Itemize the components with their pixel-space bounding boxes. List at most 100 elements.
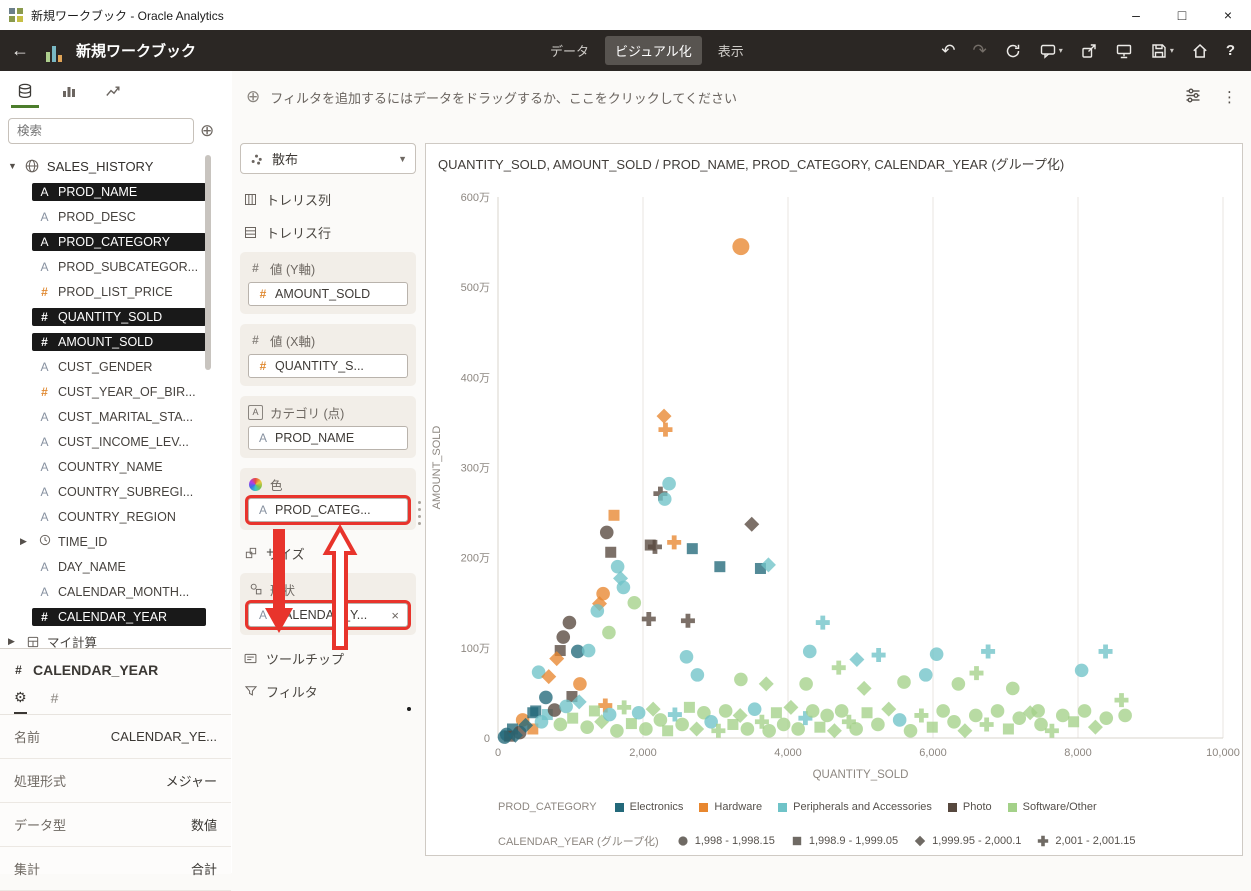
scatter-point[interactable] <box>947 715 961 729</box>
scatter-point[interactable] <box>639 722 653 736</box>
tab-general-properties[interactable]: ⚙ <box>14 689 27 714</box>
scatter-point[interactable] <box>527 707 538 718</box>
scatter-point[interactable] <box>719 704 733 718</box>
scatter-point[interactable] <box>904 724 918 738</box>
scatter-point[interactable] <box>748 702 762 716</box>
field-row-quantity-sold[interactable]: #QUANTITY_SOLD <box>0 304 232 329</box>
scatter-point[interactable] <box>970 666 984 680</box>
drop-zone-3[interactable]: #値 (Y軸)#AMOUNT_SOLD <box>240 252 416 314</box>
scatter-point[interactable] <box>981 644 995 658</box>
field-chip-prod-name[interactable]: APROD_NAME <box>248 426 408 450</box>
scatter-point[interactable] <box>642 612 656 626</box>
scatter-point[interactable] <box>681 614 695 628</box>
scatter-point[interactable] <box>777 718 791 732</box>
scatter-point[interactable] <box>814 722 825 733</box>
field-chip-prod-categ-[interactable]: APROD_CATEG... <box>248 498 408 522</box>
header-tab-1[interactable]: ビジュアル化 <box>605 36 702 65</box>
export-icon[interactable] <box>1080 42 1098 60</box>
minimize-button[interactable]: – <box>1113 0 1159 30</box>
scatter-point[interactable] <box>734 673 748 687</box>
scatter-point[interactable] <box>1075 664 1089 678</box>
field-chip-quantity-s-[interactable]: #QUANTITY_S... <box>248 354 408 378</box>
scatter-point[interactable] <box>548 703 562 717</box>
scatter-point[interactable] <box>1068 716 1079 727</box>
property-row[interactable]: 処理形式メジャー <box>0 759 231 803</box>
add-filter-icon[interactable]: ⊕ <box>246 87 260 107</box>
home-icon[interactable] <box>1191 42 1209 60</box>
scatter-point[interactable] <box>871 718 885 732</box>
scatter-point[interactable] <box>609 510 620 521</box>
scatter-point[interactable] <box>927 722 938 733</box>
scatter-point[interactable] <box>816 616 830 630</box>
drop-target-7[interactable]: サイズ <box>240 540 416 566</box>
dataset-node[interactable]: ▼ SALES_HISTORY <box>0 153 232 179</box>
legend-item-electronics[interactable]: Electronics <box>615 801 684 813</box>
scatter-point[interactable] <box>835 704 849 718</box>
drop-target-2[interactable]: トレリス行 <box>240 219 416 245</box>
tab-number-format[interactable]: # <box>51 690 59 712</box>
scatter-point[interactable] <box>658 423 672 437</box>
field-row-cust-gender[interactable]: ACUST_GENDER <box>0 354 232 379</box>
scatter-point[interactable] <box>658 492 672 506</box>
drop-zone-6[interactable]: 色APROD_CATEG... <box>240 468 416 530</box>
collapse-caret-icon[interactable]: ▼ <box>8 161 17 171</box>
redo-button[interactable]: ↷ <box>973 42 987 59</box>
scatter-point[interactable] <box>626 718 637 729</box>
scatter-point[interactable] <box>832 661 846 675</box>
scatter-point[interactable] <box>849 652 864 667</box>
present-icon[interactable] <box>1115 42 1133 60</box>
scatter-point[interactable] <box>914 708 928 722</box>
scatter-point[interactable] <box>714 561 725 572</box>
scatter-point[interactable] <box>803 645 817 659</box>
scatter-point[interactable] <box>820 709 834 723</box>
scatter-point[interactable] <box>1006 682 1020 696</box>
scatter-point[interactable] <box>684 702 695 713</box>
search-input[interactable] <box>8 118 194 144</box>
property-row[interactable]: 集計合計 <box>0 847 231 891</box>
scatter-point[interactable] <box>657 409 672 424</box>
scatter-point[interactable] <box>1056 709 1070 723</box>
scatter-point[interactable] <box>936 704 950 718</box>
scatter-point[interactable] <box>1099 711 1113 725</box>
scatter-point[interactable] <box>897 675 911 689</box>
undo-button[interactable]: ↶ <box>941 42 955 59</box>
scatter-point[interactable] <box>687 543 698 554</box>
filter-bar[interactable]: ⊕ フィルタを追加するにはデータをドラッグするか、ここをクリックしてください ⋮ <box>232 71 1251 123</box>
field-row-cust-year-of-bir-[interactable]: #CUST_YEAR_OF_BIR... <box>0 379 232 404</box>
scatter-point[interactable] <box>919 668 933 682</box>
field-row-cust-marital-sta-[interactable]: ACUST_MARITAL_STA... <box>0 404 232 429</box>
field-row-calendar-year[interactable]: #CALENDAR_YEAR <box>0 604 232 629</box>
field-row-cust-income-lev-[interactable]: ACUST_INCOME_LEV... <box>0 429 232 454</box>
scatter-point[interactable] <box>691 668 705 682</box>
legend-item-square[interactable]: 1,998.9 - 1,999.05 <box>791 835 898 847</box>
scatter-point[interactable] <box>573 677 587 691</box>
legend-item-plus[interactable]: 2,001 - 2,001.15 <box>1037 835 1135 847</box>
field-row-calendar-month-[interactable]: ACALENDAR_MONTH... <box>0 579 232 604</box>
tab-visualizations[interactable] <box>58 76 80 106</box>
expand-caret-icon[interactable]: ▶ <box>8 636 15 647</box>
scatter-point[interactable] <box>667 535 681 549</box>
legend-item-hardware[interactable]: Hardware <box>699 801 762 813</box>
field-row-country-region[interactable]: ACOUNTRY_REGION <box>0 504 232 529</box>
scatter-point[interactable] <box>893 713 907 727</box>
drop-zone-8[interactable]: 形状ACALENDAR_Y...× <box>240 573 416 635</box>
back-button[interactable]: ← <box>0 30 40 71</box>
field-row-amount-sold[interactable]: #AMOUNT_SOLD <box>0 329 232 354</box>
scatter-point[interactable] <box>991 704 1005 718</box>
drop-target-9[interactable]: ツールチップ <box>240 645 416 671</box>
scatter-point[interactable] <box>654 713 668 727</box>
scatter-point[interactable] <box>498 730 512 744</box>
scatter-point[interactable] <box>759 676 774 691</box>
scatter-point[interactable] <box>791 722 805 736</box>
drop-target-10[interactable]: フィルタ <box>240 678 416 704</box>
scatter-point[interactable] <box>563 616 577 630</box>
scatter-point[interactable] <box>662 725 673 736</box>
maximize-button[interactable]: □ <box>1159 0 1205 30</box>
scatter-point[interactable] <box>727 719 738 730</box>
scatter-point[interactable] <box>539 691 553 705</box>
help-button[interactable]: ? <box>1226 43 1235 58</box>
scatter-point[interactable] <box>591 604 605 618</box>
scatter-point[interactable] <box>783 700 798 715</box>
visualization-canvas[interactable]: QUANTITY_SOLD, AMOUNT_SOLD / PROD_NAME, … <box>425 143 1243 856</box>
tab-analytics[interactable] <box>102 76 124 106</box>
